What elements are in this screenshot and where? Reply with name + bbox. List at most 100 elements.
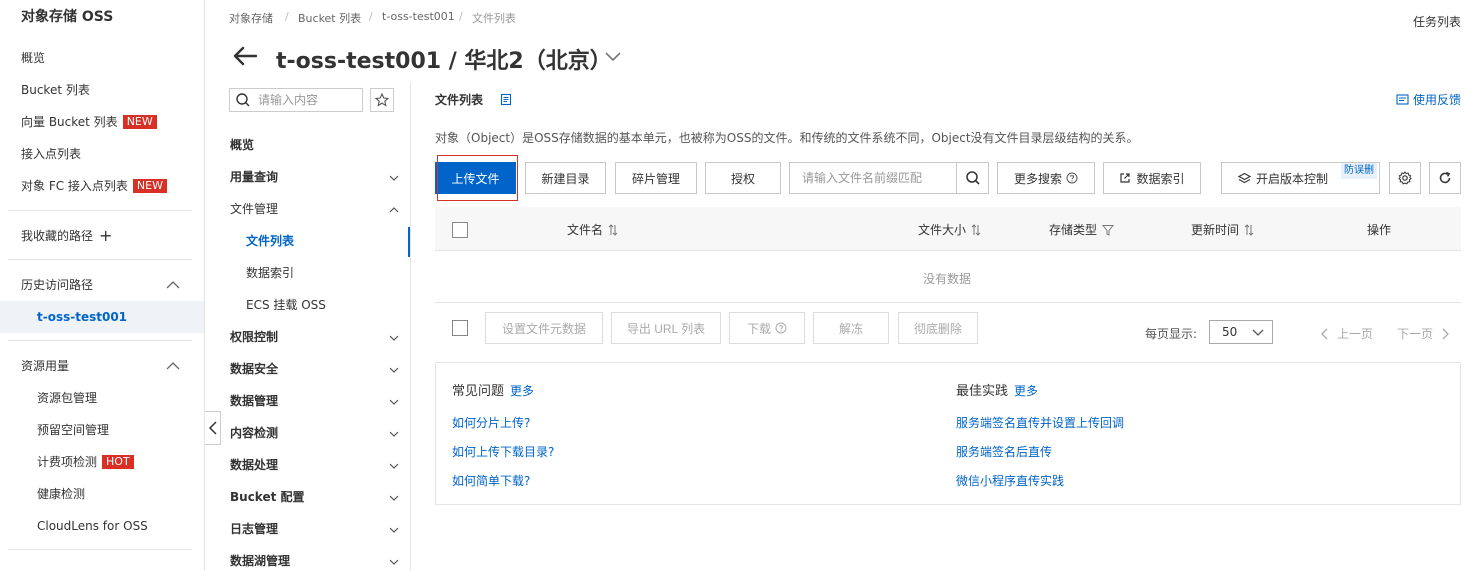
favorite-star-button[interactable] (370, 88, 394, 112)
export-url-button[interactable]: 导出 URL 列表 (611, 312, 721, 344)
plus-icon[interactable]: + (99, 228, 112, 244)
faq-link[interactable]: 如何分片上传? (452, 414, 530, 431)
new-directory-button[interactable]: 新建目录 (525, 162, 606, 194)
per-page-select[interactable]: 50 (1209, 320, 1273, 344)
sidebar-item-bucket-list[interactable]: Bucket 列表 (21, 80, 90, 100)
authorize-button[interactable]: 授权 (705, 162, 781, 194)
faq-link[interactable]: 如何简单下载? (452, 472, 530, 489)
chevron-up-icon[interactable] (166, 361, 180, 371)
column-updated-time[interactable]: 更新时间 (1191, 221, 1254, 238)
sidebar-item-resource-packages[interactable]: 资源包管理 (37, 388, 97, 408)
sidebar-item-billing-check[interactable]: 计费项检测 HOT (37, 452, 134, 472)
chevron-down-icon[interactable] (388, 558, 400, 566)
chevron-down-icon[interactable] (388, 174, 400, 182)
page-title: t-oss-test001 / 华北2（北京） (276, 49, 612, 74)
task-list-link[interactable]: 任务列表 (1413, 13, 1461, 30)
divider (8, 549, 192, 550)
sidebar-item-cloudlens[interactable]: CloudLens for OSS (37, 516, 148, 536)
nav-item-usage[interactable]: 用量查询 (230, 167, 278, 187)
file-search-box[interactable] (789, 162, 989, 194)
sidebar-item-favorites[interactable]: 我收藏的路径 + (21, 226, 112, 246)
delete-permanently-button[interactable]: 彻底删除 (898, 312, 978, 344)
best-practice-link[interactable]: 微信小程序直传实践 (956, 472, 1064, 489)
back-arrow-icon[interactable] (232, 45, 258, 67)
column-actions: 操作 (1367, 223, 1392, 237)
feedback-link[interactable]: 使用反馈 (1396, 91, 1461, 108)
chevron-down-icon[interactable] (388, 366, 400, 374)
batch-select-checkbox[interactable] (452, 320, 468, 336)
breadcrumb-item[interactable]: Bucket 列表 (298, 10, 361, 25)
nav-item-data-management[interactable]: 数据管理 (230, 391, 278, 411)
next-page-button[interactable]: 下一页 (1397, 325, 1449, 342)
unfreeze-button[interactable]: 解冻 (813, 312, 889, 344)
faq-more-link[interactable]: 更多 (510, 384, 534, 398)
nav-item-data-lake[interactable]: 数据湖管理 (230, 551, 290, 571)
best-practice-more-link[interactable]: 更多 (1014, 384, 1038, 398)
sidebar-history-item[interactable]: t-oss-test001 (37, 307, 127, 327)
best-practice-link[interactable]: 服务端签名后直传 (956, 443, 1052, 460)
nav-item-log-management[interactable]: 日志管理 (230, 519, 278, 539)
nav-item-data-processing[interactable]: 数据处理 (230, 455, 278, 475)
nav-item-file-list[interactable]: 文件列表 (246, 231, 294, 251)
collapse-sidebar-button[interactable] (205, 411, 221, 445)
nav-item-access-control[interactable]: 权限控制 (230, 327, 278, 347)
sidebar-item-health-check[interactable]: 健康检测 (37, 484, 85, 504)
search-button[interactable] (956, 163, 988, 193)
hot-badge: HOT (102, 455, 134, 469)
settings-button[interactable] (1389, 162, 1421, 194)
best-practice-link[interactable]: 服务端签名直传并设置上传回调 (956, 414, 1124, 431)
sidebar-item-vector-bucket[interactable]: 向量 Bucket 列表 NEW (21, 112, 157, 132)
nav-search-input[interactable] (258, 93, 358, 107)
breadcrumb-item[interactable]: t-oss-test001 (382, 10, 455, 24)
layers-icon (1238, 172, 1251, 183)
chevron-down-icon (1252, 329, 1264, 336)
sidebar-item-reserved-space[interactable]: 预留空间管理 (37, 420, 109, 440)
nav-search-box[interactable] (229, 88, 363, 112)
sidebar-item-overview[interactable]: 概览 (21, 48, 45, 68)
prev-page-button[interactable]: 上一页 (1321, 325, 1373, 342)
sort-icon[interactable] (971, 223, 981, 236)
chevron-down-icon[interactable] (388, 398, 400, 406)
file-prefix-search-input[interactable] (802, 171, 962, 185)
fragment-management-button[interactable]: 碎片管理 (615, 162, 697, 194)
nav-item-overview[interactable]: 概览 (230, 135, 254, 155)
column-filename[interactable]: 文件名 (567, 221, 618, 238)
column-storage-class[interactable]: 存储类型 (1049, 221, 1115, 238)
nav-item-content-detection[interactable]: 内容检测 (230, 423, 278, 443)
chevron-down-icon[interactable] (388, 526, 400, 534)
data-index-button[interactable]: 数据索引 (1103, 162, 1201, 194)
chevron-down-icon[interactable] (388, 430, 400, 438)
more-search-button[interactable]: 更多搜索 (997, 162, 1095, 194)
nav-item-data-security[interactable]: 数据安全 (230, 359, 278, 379)
column-file-size[interactable]: 文件大小 (918, 221, 981, 238)
nav-item-ecs-mount[interactable]: ECS 挂载 OSS (246, 295, 326, 315)
download-button[interactable]: 下载 (729, 312, 805, 344)
chevron-up-icon[interactable] (166, 280, 180, 290)
sidebar-item-fc-access-points[interactable]: 对象 FC 接入点列表 NEW (21, 176, 167, 196)
filter-icon[interactable] (1102, 224, 1115, 236)
sidebar-section-resources[interactable]: 资源用量 (21, 356, 69, 376)
nav-item-file-management[interactable]: 文件管理 (230, 199, 278, 219)
chevron-down-icon[interactable] (388, 462, 400, 470)
faq-link[interactable]: 如何上传下载目录? (452, 443, 554, 460)
highlight-box (437, 155, 518, 201)
chevron-down-icon[interactable] (388, 334, 400, 342)
chevron-down-icon[interactable] (604, 50, 622, 62)
chevron-up-icon[interactable] (388, 206, 400, 214)
breadcrumb-item[interactable]: 对象存储 (229, 10, 273, 25)
chevron-down-icon[interactable] (388, 494, 400, 502)
chevron-left-icon (208, 421, 217, 435)
chevron-left-icon (1321, 328, 1328, 339)
gear-icon (1398, 171, 1412, 185)
sort-icon[interactable] (1244, 223, 1254, 236)
nav-item-bucket-config[interactable]: Bucket 配置 (230, 487, 305, 507)
document-icon[interactable] (500, 93, 512, 106)
select-all-checkbox[interactable] (452, 222, 468, 238)
empty-state-text: 没有数据 (923, 272, 972, 286)
refresh-button[interactable] (1429, 162, 1461, 194)
nav-item-data-index[interactable]: 数据索引 (246, 263, 294, 283)
sort-icon[interactable] (608, 223, 618, 236)
set-metadata-button[interactable]: 设置文件元数据 (485, 312, 603, 344)
sidebar-item-access-points[interactable]: 接入点列表 (21, 144, 81, 164)
sidebar-section-history[interactable]: 历史访问路径 (21, 275, 93, 295)
